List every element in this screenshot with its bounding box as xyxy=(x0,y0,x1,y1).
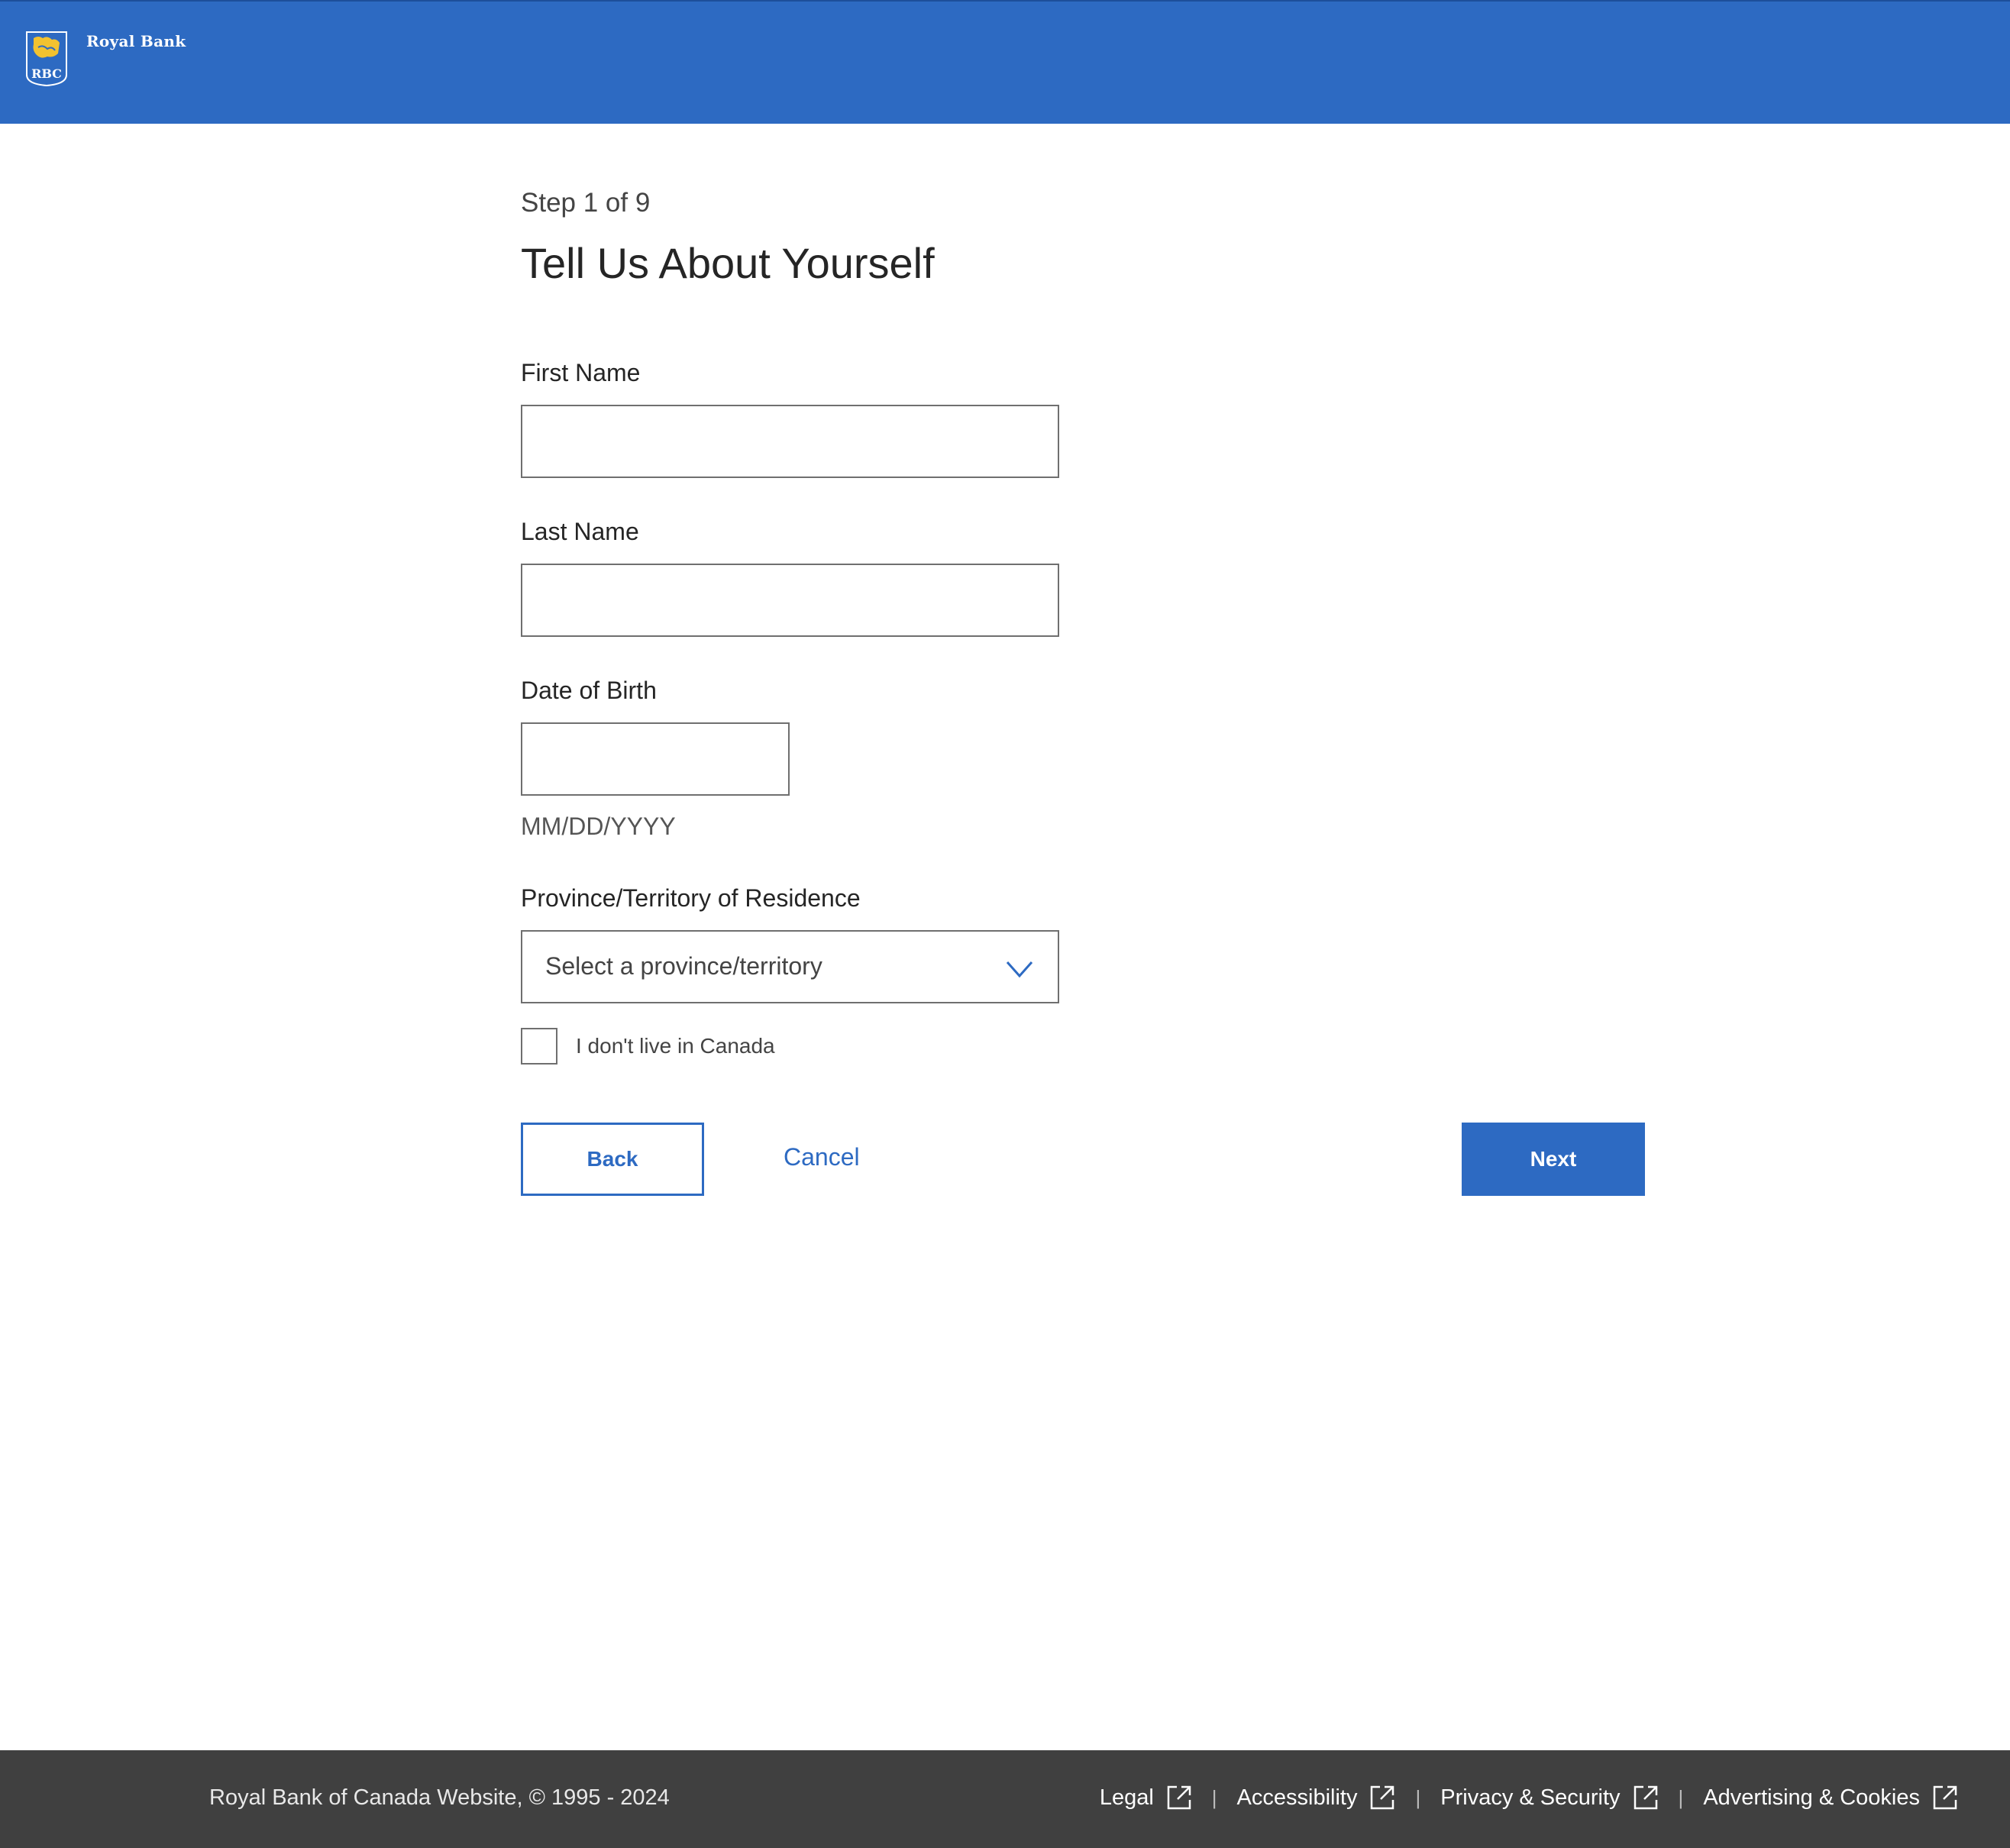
first-name-input[interactable] xyxy=(521,405,1059,478)
copyright-text: Royal Bank of Canada Website, © 1995 - 2… xyxy=(209,1785,670,1810)
dob-hint: MM/DD/YYYY xyxy=(521,813,676,840)
footer-links: Legal | Accessibility | Privacy & Securi… xyxy=(1100,1779,1958,1816)
footer-link-label: Accessibility xyxy=(1236,1785,1358,1810)
dob-label: Date of Birth xyxy=(521,677,657,704)
footer-link-label: Legal xyxy=(1099,1785,1154,1810)
footer-separator: | xyxy=(1678,1785,1684,1809)
page-title: Tell Us About Yourself xyxy=(521,239,935,287)
site-header: RBC Royal Bank xyxy=(0,0,2010,124)
footer-link-legal[interactable]: Legal xyxy=(1100,1785,1192,1811)
cancel-link[interactable]: Cancel xyxy=(784,1143,860,1171)
first-name-label: First Name xyxy=(521,359,641,386)
footer-separator: | xyxy=(1415,1785,1421,1809)
external-link-icon xyxy=(1371,1785,1394,1810)
footer-link-privacy[interactable]: Privacy & Security xyxy=(1440,1785,1658,1811)
step-indicator: Step 1 of 9 xyxy=(521,188,651,218)
footer-separator: | xyxy=(1211,1785,1217,1809)
province-select-value: Select a province/territory xyxy=(545,952,822,980)
external-link-icon xyxy=(1933,1785,1957,1810)
province-label: Province/Territory of Residence xyxy=(521,884,861,912)
footer-link-accessibility[interactable]: Accessibility xyxy=(1237,1785,1396,1811)
last-name-input[interactable] xyxy=(521,564,1059,637)
province-select[interactable]: Select a province/territory xyxy=(521,930,1059,1003)
not-in-canada-label[interactable]: I don't live in Canada xyxy=(576,1034,775,1058)
logo-text: RBC xyxy=(31,66,62,81)
footer-link-advertising[interactable]: Advertising & Cookies xyxy=(1703,1785,1958,1811)
page: RBC Royal Bank Step 1 of 9 Tell Us About… xyxy=(0,0,2010,1848)
next-button[interactable]: Next xyxy=(1462,1123,1645,1196)
rbc-logo[interactable]: RBC xyxy=(24,31,69,87)
footer-link-label: Privacy & Security xyxy=(1440,1785,1621,1810)
brand-name: Royal Bank xyxy=(86,32,186,50)
footer-link-label: Advertising & Cookies xyxy=(1703,1785,1920,1810)
dob-input[interactable] xyxy=(521,722,790,796)
last-name-label: Last Name xyxy=(521,518,639,545)
external-link-icon xyxy=(1634,1785,1657,1810)
back-button[interactable]: Back xyxy=(521,1123,704,1196)
not-in-canada-checkbox[interactable] xyxy=(521,1028,557,1065)
external-link-icon xyxy=(1167,1785,1191,1810)
chevron-down-icon xyxy=(1006,961,1033,978)
site-footer: Royal Bank of Canada Website, © 1995 - 2… xyxy=(0,1750,2010,1848)
